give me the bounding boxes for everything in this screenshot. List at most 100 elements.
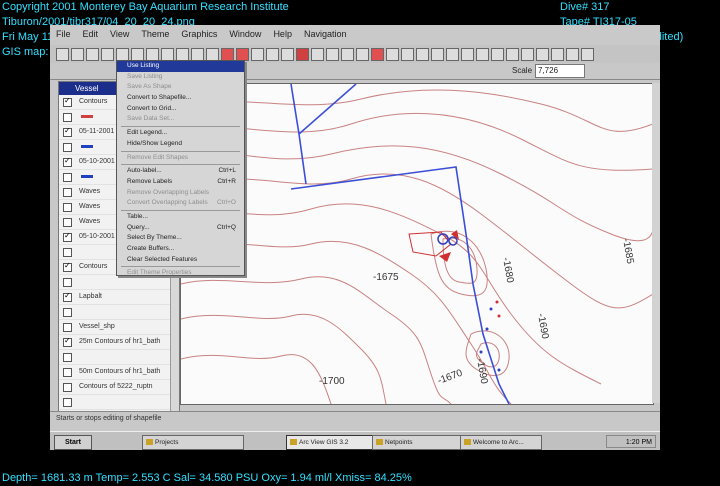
menu-help[interactable]: Help xyxy=(267,25,298,39)
context-menu-item[interactable]: Edit Legend... xyxy=(117,128,244,139)
toolbar-button[interactable] xyxy=(401,48,414,61)
toolbar-button[interactable] xyxy=(356,48,369,61)
context-menu-item: Save Data Set... xyxy=(117,114,244,125)
scale-input[interactable]: 7,726 xyxy=(535,64,585,78)
toolbar-button[interactable] xyxy=(86,48,99,61)
menu-theme[interactable]: Theme xyxy=(135,25,175,39)
taskbar-button[interactable]: Netpoints xyxy=(372,435,470,450)
theme-visibility-checkbox[interactable] xyxy=(63,334,72,348)
context-menu-item[interactable]: Use Listing xyxy=(117,61,244,72)
toc-theme-item[interactable]: Lapbalt xyxy=(59,289,179,305)
toc-theme-item[interactable]: Vessel_shp xyxy=(59,320,179,335)
menu-item-label: Clear Selected Features xyxy=(127,255,198,263)
toolbar-button[interactable] xyxy=(551,48,564,61)
toolbar-button[interactable] xyxy=(581,48,594,61)
theme-visibility-checkbox[interactable] xyxy=(63,218,72,227)
context-menu-item[interactable]: Convert to Shapefile... xyxy=(117,93,244,104)
theme-visibility-checkbox[interactable] xyxy=(63,368,72,377)
toolbar-button[interactable] xyxy=(536,48,549,61)
toolbar-button[interactable] xyxy=(251,48,264,61)
contour-label: -1670 xyxy=(436,368,464,387)
toc-theme-item[interactable] xyxy=(59,350,179,365)
theme-visibility-checkbox[interactable] xyxy=(63,308,72,317)
theme-visibility-checkbox[interactable] xyxy=(63,383,72,392)
context-menu-item[interactable]: Clear Selected Features xyxy=(117,255,244,266)
theme-visibility-checkbox[interactable] xyxy=(63,94,72,108)
toolbar-button[interactable] xyxy=(326,48,339,61)
theme-visibility-checkbox[interactable] xyxy=(63,323,72,332)
toc-theme-item[interactable]: Contours of 5222_ruptn xyxy=(59,380,179,395)
toolbar-button[interactable] xyxy=(566,48,579,61)
toolbar-button[interactable] xyxy=(341,48,354,61)
context-menu-item: Edit Theme Properties xyxy=(117,268,244,279)
context-menu-item[interactable]: Query... Ctrl+Q xyxy=(117,223,244,234)
theme-visibility-checkbox[interactable] xyxy=(63,203,72,212)
toc-theme-item[interactable] xyxy=(59,305,179,320)
toc-theme-item[interactable]: 25m Contours of hr1_bath xyxy=(59,334,179,350)
context-menu-item[interactable]: Hide/Show Legend xyxy=(117,139,244,150)
theme-visibility-checkbox[interactable] xyxy=(63,188,72,197)
toolbar-button[interactable] xyxy=(491,48,504,61)
toolbar-button[interactable] xyxy=(506,48,519,61)
menu-navigation[interactable]: Navigation xyxy=(298,25,353,39)
toolbar-button[interactable] xyxy=(371,48,384,61)
map-view[interactable]: -1675 -1680 -1685 -1690 -1690 -1670 -1700 xyxy=(180,83,654,405)
theme-visibility-checkbox[interactable] xyxy=(63,248,72,257)
toolbar-button[interactable] xyxy=(71,48,84,61)
menu-item-label: Use Listing xyxy=(127,62,160,69)
menu-item-label: Convert to Shapefile... xyxy=(127,94,192,102)
legend-symbol xyxy=(81,145,93,148)
legend-symbol xyxy=(81,115,93,118)
toolbar-button[interactable] xyxy=(476,48,489,61)
menu-item-shortcut: Ctrl+L xyxy=(218,167,236,175)
map-scrollbar[interactable] xyxy=(652,83,660,403)
context-menu-item[interactable]: Auto-label... Ctrl+L xyxy=(117,166,244,177)
taskbar-button[interactable]: Projects xyxy=(142,435,244,450)
theme-visibility-checkbox[interactable] xyxy=(63,229,72,243)
menu-window[interactable]: Window xyxy=(223,25,267,39)
context-menu-item: Save Listing xyxy=(117,72,244,83)
theme-visibility-checkbox[interactable] xyxy=(63,353,72,362)
theme-visibility-checkbox[interactable] xyxy=(63,154,72,168)
context-menu-item[interactable]: Select By Theme... xyxy=(117,233,244,244)
theme-visibility-checkbox[interactable] xyxy=(63,278,72,287)
toolbar-button[interactable] xyxy=(446,48,459,61)
theme-visibility-checkbox[interactable] xyxy=(63,398,72,407)
toolbar-button[interactable] xyxy=(386,48,399,61)
theme-visibility-checkbox[interactable] xyxy=(63,173,72,182)
context-menu-item[interactable]: Table... xyxy=(117,212,244,223)
theme-label: Vessel_shp xyxy=(79,323,115,330)
menu-item-shortcut: Ctrl+Q xyxy=(217,223,236,231)
toolbar-button[interactable] xyxy=(266,48,279,61)
toolbar-button[interactable] xyxy=(521,48,534,61)
context-menu-item[interactable]: Remove Labels Ctrl+R xyxy=(117,177,244,188)
menu-view[interactable]: View xyxy=(104,25,135,39)
toolbar-button[interactable] xyxy=(461,48,474,61)
toolbar-button[interactable] xyxy=(431,48,444,61)
toc-theme-item[interactable]: 50m Contours of hr1_bath xyxy=(59,365,179,380)
contour-label: -1680 xyxy=(500,257,515,285)
menu-item-label: Edit Theme Properties xyxy=(127,269,192,277)
theme-visibility-checkbox[interactable] xyxy=(63,113,72,122)
toolbar-button[interactable] xyxy=(281,48,294,61)
start-button[interactable]: Start xyxy=(54,435,92,450)
toolbar-button[interactable] xyxy=(311,48,324,61)
toolbar-button[interactable] xyxy=(56,48,69,61)
context-menu-item[interactable]: Convert to Grid... xyxy=(117,104,244,115)
menu-item-label: Remove Labels xyxy=(127,177,173,185)
menu-file[interactable]: File xyxy=(50,25,77,39)
theme-visibility-checkbox[interactable] xyxy=(63,289,72,303)
theme-visibility-checkbox[interactable] xyxy=(63,143,72,152)
theme-visibility-checkbox[interactable] xyxy=(63,124,72,138)
toolbar-button[interactable] xyxy=(416,48,429,61)
toolbar-button[interactable] xyxy=(101,48,114,61)
theme-visibility-checkbox[interactable] xyxy=(63,259,72,273)
context-menu-item[interactable]: Create Buffers... xyxy=(117,244,244,255)
taskbar-button[interactable]: Arc View GIS 3.2 xyxy=(286,435,382,450)
menu-graphics[interactable]: Graphics xyxy=(175,25,223,39)
menu-edit[interactable]: Edit xyxy=(77,25,105,39)
toolbar-button[interactable] xyxy=(296,48,309,61)
taskbar-button[interactable]: Welcome to Arc... xyxy=(460,435,542,450)
toc-theme-item[interactable] xyxy=(59,395,179,410)
legend-symbol xyxy=(81,175,93,178)
